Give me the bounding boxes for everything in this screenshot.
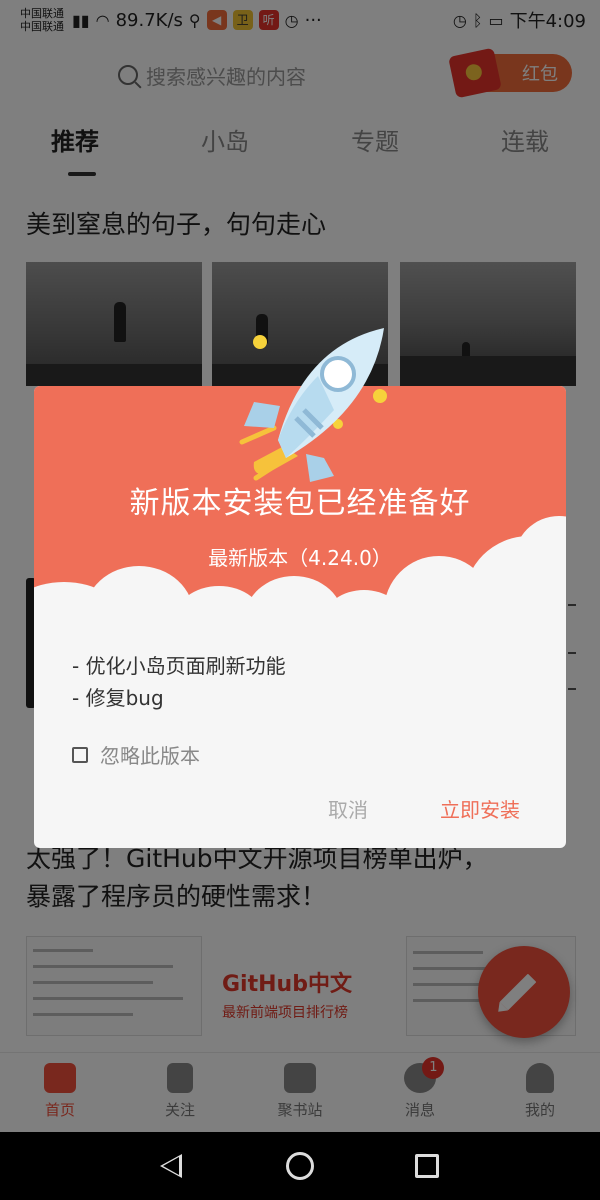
changelog-item: - 修复bug [72, 686, 164, 710]
system-nav-bar [0, 1132, 600, 1200]
install-now-button[interactable]: 立即安装 [440, 794, 520, 823]
rocket-icon [239, 328, 387, 482]
home-circle-icon[interactable] [286, 1152, 314, 1180]
recent-apps-icon[interactable] [415, 1154, 439, 1178]
cancel-button[interactable]: 取消 [328, 794, 368, 823]
ignore-version-label: 忽略此版本 [100, 744, 200, 768]
checkbox-icon[interactable] [72, 746, 88, 763]
changelog-item: - 优化小岛页面刷新功能 [72, 654, 286, 678]
changelog: - 优化小岛页面刷新功能 - 修复bug [72, 650, 286, 714]
ignore-version-option[interactable]: 忽略此版本 [72, 740, 200, 769]
back-icon[interactable] [160, 1154, 182, 1178]
update-dialog: 新版本安装包已经准备好 最新版本（4.24.0） - 优化小岛页面刷新功能 - … [34, 328, 566, 848]
